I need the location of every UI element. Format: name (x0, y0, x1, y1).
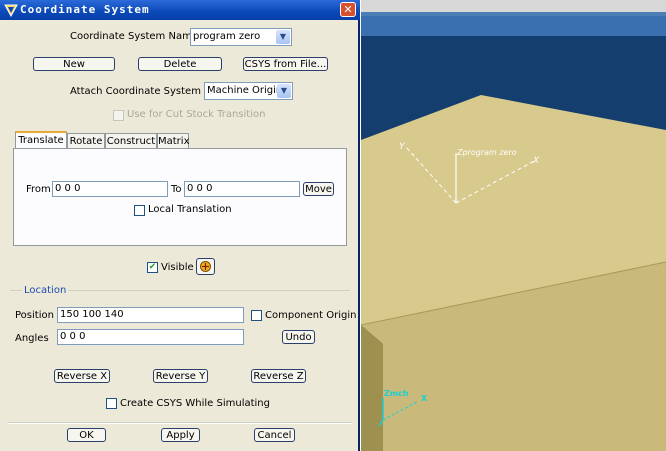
translate-tab-panel (13, 148, 347, 246)
component-origin-label: Component Origin (265, 310, 357, 321)
angles-label: Angles (15, 333, 49, 344)
visible-checkbox[interactable]: ✔ (147, 262, 158, 273)
chevron-down-icon[interactable]: ▼ (276, 30, 290, 44)
cut-stock-checkbox[interactable] (113, 110, 124, 121)
from-label: From (26, 184, 51, 195)
csys-name-value: program zero (193, 31, 261, 42)
csys-name-label: Coordinate System Name (70, 31, 198, 42)
move-button[interactable]: Move (303, 182, 334, 196)
from-input[interactable]: 0 0 0 (52, 181, 168, 197)
create-csys-checkbox[interactable] (106, 398, 117, 409)
reverse-z-button[interactable]: Reverse Z (251, 369, 306, 383)
to-input[interactable]: 0 0 0 (184, 181, 300, 197)
attach-combo[interactable]: Machine Origin ▼ (204, 82, 293, 100)
visible-label: Visible (161, 262, 194, 273)
angles-input[interactable]: 0 0 0 (57, 329, 244, 345)
tab-rotate[interactable]: Rotate (67, 133, 105, 149)
position-input[interactable]: 150 100 140 (57, 307, 244, 323)
pick-location-button[interactable] (196, 258, 215, 275)
block-left-face (361, 325, 383, 451)
close-icon[interactable]: ✕ (340, 2, 356, 17)
csys-x-label: X (532, 156, 540, 166)
attach-value: Machine Origin (207, 85, 283, 96)
local-translation-label: Local Translation (148, 204, 232, 215)
new-button[interactable]: New (33, 57, 115, 71)
chevron-down-icon[interactable]: ▼ (277, 84, 291, 98)
pick-location-icon (200, 261, 211, 272)
local-translation-checkbox[interactable] (134, 205, 145, 216)
csys-from-file-button[interactable]: CSYS from File... (243, 57, 328, 71)
to-label: To (171, 184, 182, 195)
csys-name-combo[interactable]: program zero ▼ (190, 28, 292, 46)
undo-button[interactable]: Undo (282, 330, 315, 344)
tab-translate[interactable]: Translate (15, 131, 67, 149)
dialog-titlebar[interactable]: Coordinate System ✕ (0, 0, 360, 20)
mch-z-label: Zmch (384, 389, 409, 398)
stock-block-graphic: Y Zprogram zero X Zmch X (361, 95, 666, 451)
cancel-button[interactable]: Cancel (254, 428, 295, 442)
position-label: Position (15, 310, 54, 321)
footer-separator-highlight (8, 423, 352, 424)
ok-button[interactable]: OK (67, 428, 106, 442)
tab-matrix[interactable]: Matrix (157, 133, 189, 149)
create-csys-label: Create CSYS While Simulating (120, 398, 270, 409)
apply-button[interactable]: Apply (161, 428, 200, 442)
reverse-x-button[interactable]: Reverse X (54, 369, 110, 383)
location-legend: Location (22, 285, 69, 296)
3d-viewport[interactable]: Y Zprogram zero X Zmch X (361, 0, 666, 451)
app-logo-icon (4, 4, 18, 17)
dialog-title: Coordinate System (20, 3, 150, 16)
cut-stock-label: Use for Cut Stock Transition (127, 109, 266, 120)
coordinate-system-dialog: Coordinate System ✕ Coordinate System Na… (0, 0, 360, 451)
reverse-y-button[interactable]: Reverse Y (153, 369, 208, 383)
tab-construct[interactable]: Construct (105, 133, 157, 149)
component-origin-checkbox[interactable] (251, 310, 262, 321)
attach-label: Attach Coordinate System To (70, 86, 215, 97)
mch-x-label: X (421, 394, 428, 403)
delete-button[interactable]: Delete (138, 57, 222, 71)
csys-z-label: Zprogram zero (456, 148, 517, 157)
